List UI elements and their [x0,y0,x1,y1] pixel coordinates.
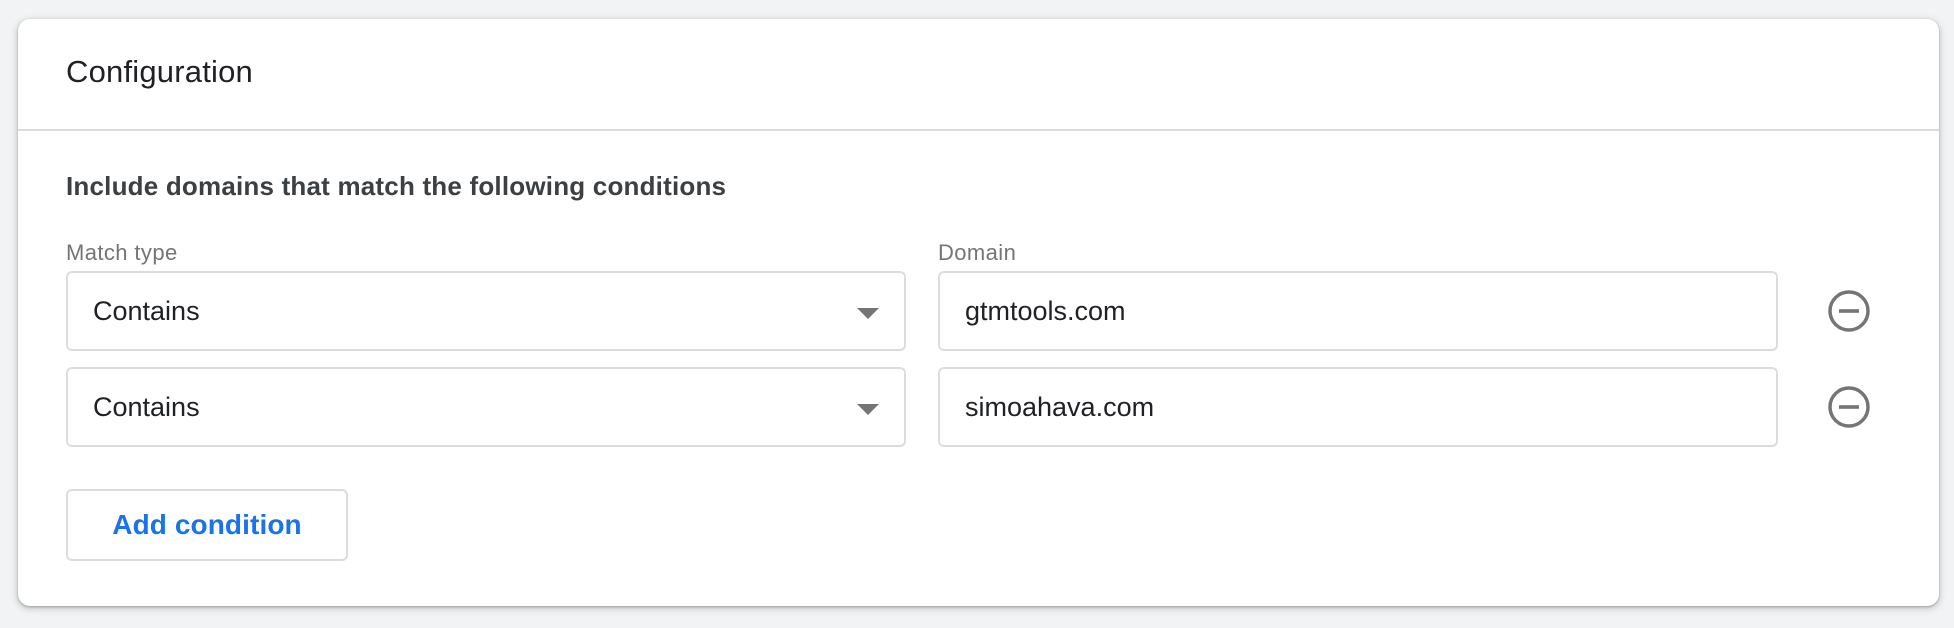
chevron-down-icon [857,308,879,319]
configuration-card: Configuration Include domains that match… [18,19,1939,606]
domain-input[interactable]: gtmtools.com [938,271,1778,351]
add-condition-label: Add condition [112,509,302,540]
remove-circle-icon[interactable] [1827,289,1871,333]
remove-circle-icon[interactable] [1827,385,1871,429]
card-title: Configuration [66,54,253,89]
domain-label: Domain [938,240,1017,265]
add-condition-button[interactable]: Add condition [66,489,348,561]
domain-value: gtmtools.com [965,295,1126,326]
card-header: Configuration [18,19,1939,131]
match-type-value: Contains [93,295,200,326]
section-heading: Include domains that match the following… [66,171,727,201]
match-type-value: Contains [93,391,200,422]
match-type-label: Match type [66,240,178,265]
match-type-select[interactable]: Contains [66,367,906,447]
condition-row: Contains gtmtools.com [66,271,1906,351]
match-type-select[interactable]: Contains [66,271,906,351]
domain-input[interactable]: simoahava.com [938,367,1778,447]
domain-value: simoahava.com [965,391,1155,422]
chevron-down-icon [857,404,879,415]
condition-row: Contains simoahava.com [66,367,1906,447]
